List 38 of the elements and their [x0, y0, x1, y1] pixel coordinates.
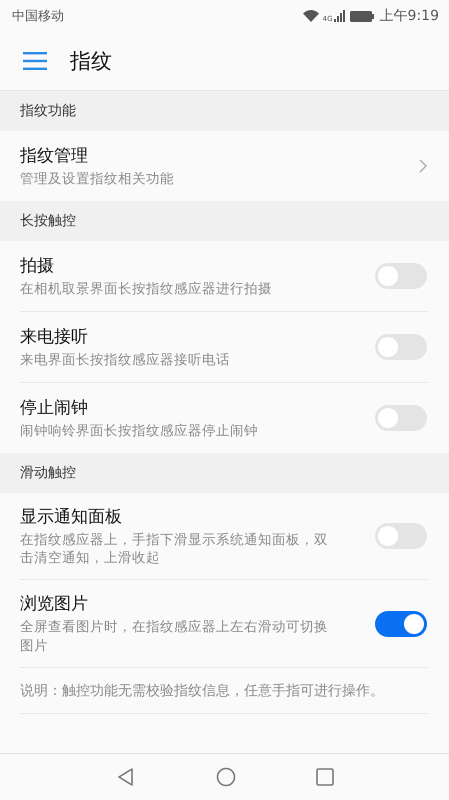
settings-row[interactable]: 浏览图片 全屏查看图片时，在指纹感应器上左右滑动可切换图片 — [20, 580, 427, 668]
setting-description: 在相机取景界面长按指纹感应器进行拍摄 — [20, 280, 272, 298]
wifi-icon — [302, 10, 319, 22]
setting-title: 来电接听 — [20, 326, 89, 348]
setting-description: 在指纹感应器上，手指下滑显示系统通知面板，双击清空通知，上滑收起 — [20, 531, 329, 568]
note-text: 说明：触控功能无需校验指纹信息，任意手指可进行操作。 — [20, 682, 384, 699]
settings-row[interactable]: 拍摄 在相机取景界面长按指纹感应器进行拍摄 — [20, 241, 427, 312]
settings-row[interactable]: 显示通知面板 在指纹感应器上，手指下滑显示系统通知面板，双击清空通知，上滑收起 — [20, 493, 427, 580]
setting-title: 显示通知面板 — [20, 506, 123, 528]
setting-description: 全屏查看图片时，在指纹感应器上左右滑动可切换图片 — [20, 618, 329, 655]
back-icon[interactable] — [116, 767, 136, 787]
signal-icon — [334, 10, 346, 22]
clock-time: 上午9:19 — [380, 7, 439, 25]
toggle-switch[interactable] — [375, 610, 427, 637]
toggle-switch[interactable] — [375, 334, 427, 360]
carrier-name: 中国移动 — [12, 8, 64, 25]
toggle-switch[interactable] — [375, 523, 427, 550]
setting-title: 停止闹钟 — [20, 396, 89, 419]
setting-title: 拍摄 — [20, 254, 55, 277]
setting-title: 浏览图片 — [20, 593, 89, 616]
settings-row[interactable]: 来电接听 来电界面长按指纹感应器接听电话 — [20, 312, 427, 383]
setting-description: 管理及设置指纹相关功能 — [20, 170, 174, 188]
section-header: 长按触控 — [20, 212, 76, 230]
setting-description: 闹钟响铃界面长按指纹感应器停止闹钟 — [20, 422, 258, 440]
settings-row[interactable]: 指纹管理 管理及设置指纹相关功能 — [20, 131, 427, 201]
section-header: 指纹功能 — [20, 102, 76, 120]
battery-icon — [350, 10, 374, 22]
page-title: 指纹 — [70, 48, 112, 75]
setting-title: 指纹管理 — [20, 144, 89, 167]
chevron-right-icon — [419, 159, 427, 173]
section-header: 滑动触控 — [20, 464, 76, 482]
toggle-switch[interactable] — [375, 405, 427, 431]
settings-row[interactable]: 停止闹钟 闹钟响铃界面长按指纹感应器停止闹钟 — [20, 383, 427, 453]
setting-description: 来电界面长按指纹感应器接听电话 — [20, 350, 230, 370]
recents-icon[interactable] — [316, 768, 334, 786]
menu-icon[interactable] — [23, 52, 47, 70]
home-icon[interactable] — [216, 767, 236, 787]
toggle-switch[interactable] — [375, 263, 427, 289]
